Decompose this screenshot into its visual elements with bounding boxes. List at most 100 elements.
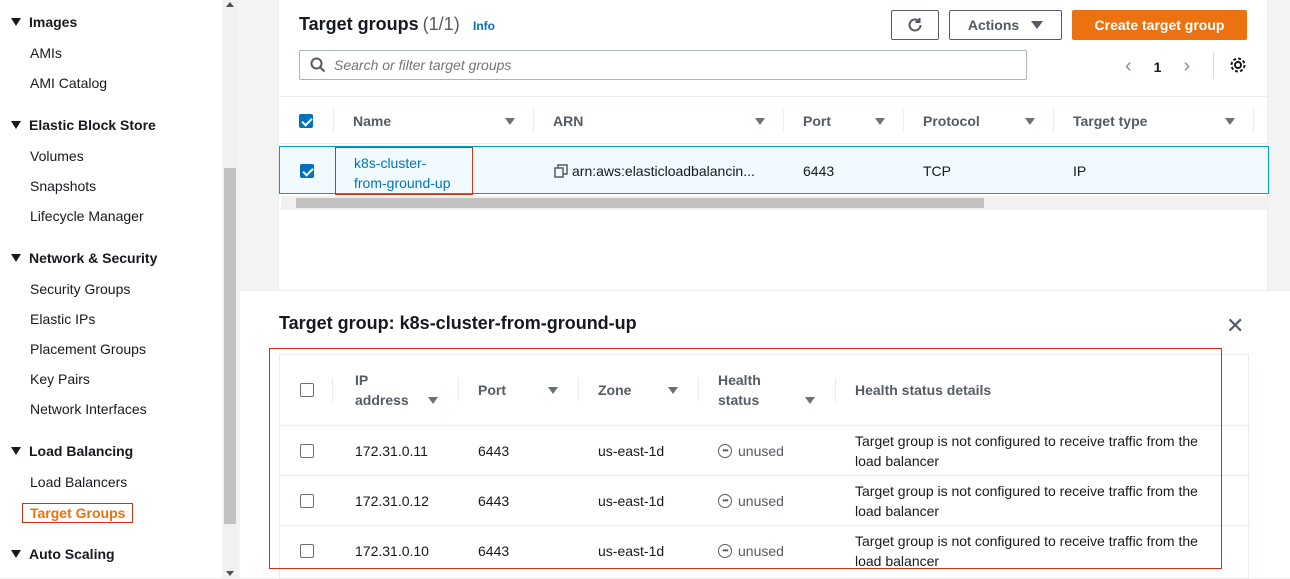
column-port[interactable]: Port bbox=[803, 97, 885, 145]
column-protocol[interactable]: Protocol bbox=[923, 97, 1035, 145]
sort-icon bbox=[428, 397, 438, 404]
sidebar-item-key-pairs[interactable]: Key Pairs bbox=[30, 371, 90, 387]
detail-title: Target group: k8s-cluster-from-ground-up bbox=[279, 313, 637, 333]
zone-cell: us-east-1d bbox=[598, 493, 665, 509]
sort-icon bbox=[548, 387, 558, 394]
sidebar-item-network-interfaces[interactable]: Network Interfaces bbox=[30, 401, 147, 417]
column-health-status[interactable]: Health status bbox=[718, 355, 828, 425]
sidebar-item-security-groups[interactable]: Security Groups bbox=[30, 281, 130, 297]
page-title: Target groups (1/1) bbox=[299, 14, 460, 34]
row-checkbox[interactable] bbox=[300, 147, 314, 195]
target-group-name-link[interactable]: k8s-cluster-from-ground-up bbox=[335, 147, 473, 195]
actions-button[interactable]: Actions bbox=[949, 10, 1062, 40]
sidebar-item-snapshots[interactable]: Snapshots bbox=[30, 178, 96, 194]
ip-cell: 172.31.0.12 bbox=[355, 493, 429, 509]
sidebar-section-auto-scaling[interactable]: Auto Scaling bbox=[11, 546, 115, 562]
health-status-cell: ••• unused bbox=[718, 426, 784, 476]
arn-cell: arn:aws:elasticloadbalancin... bbox=[554, 147, 755, 195]
sort-icon bbox=[755, 117, 765, 125]
sort-icon bbox=[805, 397, 815, 404]
caret-down-icon bbox=[11, 550, 21, 558]
copy-icon[interactable] bbox=[554, 164, 568, 178]
select-all-checkbox[interactable] bbox=[299, 97, 313, 145]
pagination: ‹ 1 › bbox=[1125, 55, 1190, 78]
health-details-cell: Target group is not configured to receiv… bbox=[855, 433, 1198, 469]
chevron-right-icon[interactable]: › bbox=[1183, 55, 1190, 78]
row-checkbox[interactable] bbox=[300, 476, 314, 526]
health-status-cell: ••• unused bbox=[718, 476, 784, 526]
search-icon bbox=[310, 57, 326, 73]
sort-icon bbox=[505, 117, 515, 125]
page-number[interactable]: 1 bbox=[1154, 59, 1162, 75]
caret-down-icon bbox=[11, 254, 21, 262]
sort-icon bbox=[875, 117, 885, 125]
caret-down-icon bbox=[1031, 21, 1044, 29]
sidebar-item-ami-catalog[interactable]: AMI Catalog bbox=[30, 75, 107, 91]
sidebar-item-elastic-ips[interactable]: Elastic IPs bbox=[30, 311, 95, 327]
sidebar-item-load-balancers[interactable]: Load Balancers bbox=[30, 474, 127, 490]
info-link[interactable]: Info bbox=[473, 19, 495, 33]
column-zone[interactable]: Zone bbox=[598, 355, 688, 425]
sidebar-section-load-balancing[interactable]: Load Balancing bbox=[11, 443, 133, 459]
column-health-status-details: Health status details bbox=[855, 382, 992, 398]
ellipsis-circle-icon: ••• bbox=[718, 544, 732, 558]
search-input[interactable] bbox=[334, 57, 1014, 73]
horizontal-scrollbar[interactable] bbox=[281, 196, 1267, 210]
column-port[interactable]: Port bbox=[478, 355, 568, 425]
sidebar-item-amis[interactable]: AMIs bbox=[30, 45, 62, 61]
target-groups-panel: Target groups (1/1) Info Actions Create t… bbox=[278, 0, 1269, 290]
target-type-cell: IP bbox=[1073, 163, 1087, 179]
scroll-down-icon[interactable] bbox=[226, 571, 234, 576]
health-status-cell: ••• unused bbox=[718, 526, 784, 576]
zone-cell: us-east-1d bbox=[598, 543, 665, 559]
sidebar-scrollbar-thumb[interactable] bbox=[224, 168, 236, 524]
column-arn[interactable]: ARN bbox=[553, 97, 765, 145]
caret-down-icon bbox=[11, 121, 21, 129]
ip-cell: 172.31.0.10 bbox=[355, 543, 429, 559]
sidebar-section-images[interactable]: Images bbox=[11, 14, 77, 30]
horizontal-scrollbar-thumb[interactable] bbox=[296, 198, 984, 208]
row-checkbox[interactable] bbox=[300, 426, 314, 476]
sidebar-item-volumes[interactable]: Volumes bbox=[30, 148, 84, 164]
target-group-detail-panel: Target group: k8s-cluster-from-ground-up… bbox=[240, 290, 1290, 579]
port-cell: 6443 bbox=[478, 493, 510, 509]
column-ip-address[interactable]: IP address bbox=[355, 355, 445, 425]
chevron-left-icon[interactable]: ‹ bbox=[1125, 55, 1132, 78]
table-row[interactable]: k8s-cluster-from-ground-up arn:aws:elast… bbox=[279, 146, 1269, 195]
table-header: Name ARN Port Protocol Target type bbox=[279, 96, 1269, 144]
select-all-targets-checkbox[interactable] bbox=[300, 355, 314, 425]
zone-cell: us-east-1d bbox=[598, 443, 665, 459]
selection-count: (1/1) bbox=[422, 14, 460, 34]
search-field[interactable] bbox=[299, 50, 1027, 80]
sort-icon bbox=[668, 387, 678, 394]
close-icon[interactable]: ✕ bbox=[1226, 313, 1244, 339]
port-cell: 6443 bbox=[478, 543, 510, 559]
refresh-icon bbox=[908, 18, 922, 32]
sidebar-item-placement-groups[interactable]: Placement Groups bbox=[30, 341, 146, 357]
health-details-cell: Target group is not configured to receiv… bbox=[855, 483, 1198, 519]
column-target-type[interactable]: Target type bbox=[1073, 97, 1235, 145]
health-details-cell: Target group is not configured to receiv… bbox=[855, 533, 1198, 569]
table-row[interactable]: 172.31.0.10 6443 us-east-1d ••• unused Ta… bbox=[280, 525, 1250, 575]
refresh-button[interactable] bbox=[891, 10, 939, 40]
port-cell: 6443 bbox=[803, 163, 835, 179]
sort-icon bbox=[1025, 117, 1035, 125]
create-target-group-button[interactable]: Create target group bbox=[1072, 10, 1247, 40]
table-row[interactable]: 172.31.0.11 6443 us-east-1d ••• unused Ta… bbox=[280, 425, 1250, 475]
gear-icon[interactable] bbox=[1229, 56, 1247, 74]
sidebar-section-ebs[interactable]: Elastic Block Store bbox=[11, 117, 156, 133]
sidebar-item-lifecycle-manager[interactable]: Lifecycle Manager bbox=[30, 208, 144, 224]
ellipsis-circle-icon: ••• bbox=[718, 494, 732, 508]
row-checkbox[interactable] bbox=[300, 526, 314, 576]
sidebar: Images AMIs AMI Catalog Elastic Block St… bbox=[0, 0, 222, 578]
ip-cell: 172.31.0.11 bbox=[355, 443, 428, 459]
column-name[interactable]: Name bbox=[353, 97, 515, 145]
targets-table: IP address Port Zone Health status Healt… bbox=[279, 354, 1250, 579]
sidebar-section-network-security[interactable]: Network & Security bbox=[11, 250, 157, 266]
caret-down-icon bbox=[11, 18, 21, 26]
protocol-cell: TCP bbox=[923, 163, 951, 179]
scroll-up-icon[interactable] bbox=[226, 2, 234, 7]
table-row[interactable]: 172.31.0.12 6443 us-east-1d ••• unused Ta… bbox=[280, 475, 1250, 525]
sort-icon bbox=[1225, 117, 1235, 125]
sidebar-item-target-groups[interactable]: Target Groups bbox=[22, 503, 134, 523]
